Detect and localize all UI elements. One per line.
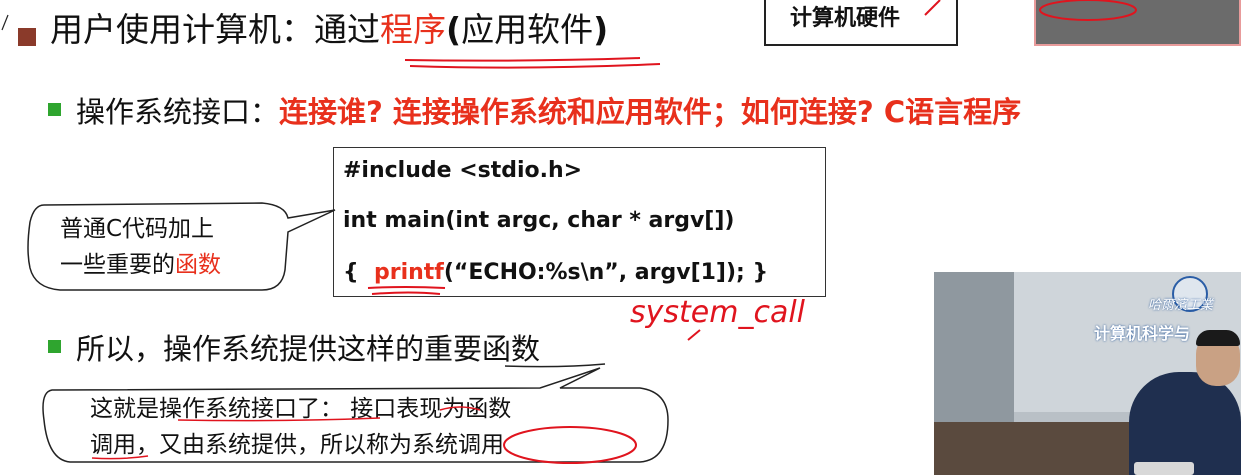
underline-printf <box>367 286 446 289</box>
underline-interface <box>177 417 381 422</box>
underline-program-2 <box>409 63 661 69</box>
circle-syscall <box>503 426 637 464</box>
system-call-annotation: system_call <box>630 295 806 330</box>
pen-stroke <box>687 329 701 341</box>
underline-printf-2 <box>371 291 441 295</box>
underline-important <box>504 363 606 368</box>
ink-annotations: system_call <box>1 0 1137 464</box>
hardware-scribble <box>924 0 941 16</box>
panel-oval <box>1039 0 1137 21</box>
callout-bubble <box>27 202 336 291</box>
mark-interface <box>439 406 481 411</box>
edge-mark <box>1 14 9 31</box>
bottom-callout-box <box>42 367 669 463</box>
underline-call <box>91 455 149 460</box>
underline-program <box>404 57 641 62</box>
